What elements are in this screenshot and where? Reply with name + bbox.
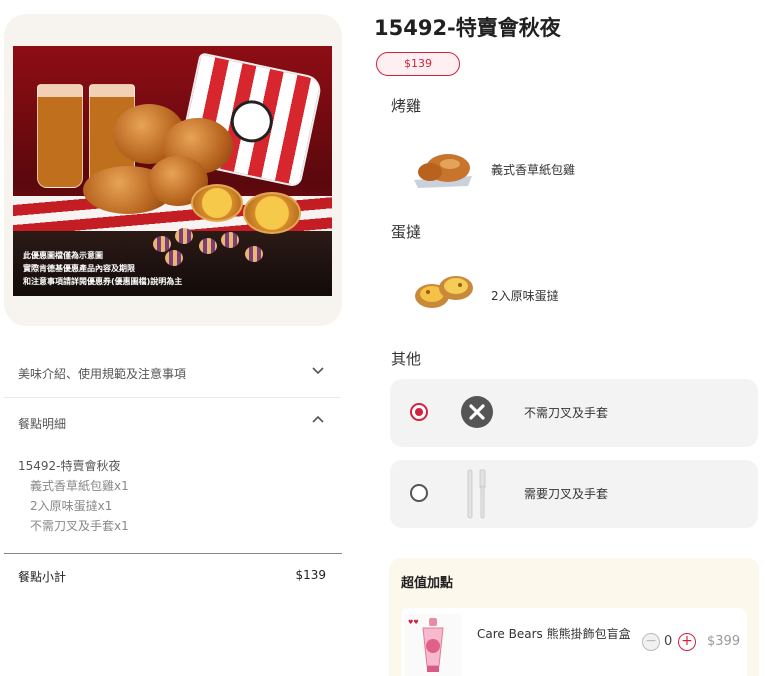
snack-ball xyxy=(221,232,239,248)
accordion-details-label: 餐點明細 xyxy=(18,417,67,431)
order-details-list: 15492-特賣會秋夜 義式香草紙包雞x1 2入原味蛋撻x1 不需刀叉及手套x1 xyxy=(18,456,129,536)
order-item: 2入原味蛋撻x1 xyxy=(30,499,113,513)
disclaimer-line: 和注意事項請詳閱優惠券(優惠圖檔)說明為主 xyxy=(23,277,183,286)
addon-item-card[interactable]: ♥♥ Care Bears 熊熊掛飾包盲盒 − 0 + $399 xyxy=(401,608,747,676)
addon-price: $399 xyxy=(707,634,741,649)
section-title-other: 其他 xyxy=(391,350,422,368)
egg-tart xyxy=(191,184,243,222)
option-label: 需要刀叉及手套 xyxy=(524,487,609,501)
option-label: 不需刀叉及手套 xyxy=(524,406,609,420)
accordion-intro[interactable]: 美味介紹、使用規範及注意事項 xyxy=(4,348,340,398)
cutlery-icon xyxy=(467,469,486,519)
product-image-card: 此優惠圖檔僅為示意圖 實際肯德基優惠產品內容及期限 和注意事項請詳閱優惠券(優惠… xyxy=(4,14,342,326)
disclaimer-line: 此優惠圖檔僅為示意圖 xyxy=(23,251,103,260)
snack-ball xyxy=(199,238,217,254)
decrease-quantity-button[interactable]: − xyxy=(642,633,660,651)
close-circle-icon xyxy=(461,396,493,428)
egg-tart xyxy=(243,192,301,234)
image-disclaimer: 此優惠圖檔僅為示意圖 實際肯德基優惠產品內容及期限 和注意事項請詳閱優惠券(優惠… xyxy=(23,249,182,288)
accordion-intro-label: 美味介紹、使用規範及注意事項 xyxy=(18,367,187,381)
addon-quantity: 0 xyxy=(664,634,673,649)
paper-chicken-image[interactable] xyxy=(410,146,478,190)
product-image: 此優惠圖檔僅為示意圖 實際肯德基優惠產品內容及期限 和注意事項請詳閱優惠券(優惠… xyxy=(13,46,332,296)
radio-unselected[interactable] xyxy=(410,484,428,502)
chevron-up-icon[interactable] xyxy=(310,412,326,428)
radio-selected[interactable] xyxy=(410,403,428,421)
item-name-tart: 2入原味蛋撻 xyxy=(491,289,559,303)
option-no-cutlery[interactable]: 不需刀叉及手套 xyxy=(390,379,758,447)
care-bears-keychain-image[interactable]: ♥♥ xyxy=(405,614,461,676)
subtotal-value: $139 xyxy=(295,568,326,582)
accordion-details[interactable]: 餐點明細 xyxy=(4,398,340,448)
increase-quantity-button[interactable]: + xyxy=(678,633,696,651)
egg-tart-image[interactable] xyxy=(412,268,476,314)
price-badge: $139 xyxy=(376,52,460,76)
subtotal-row: 餐點小計 $139 xyxy=(4,553,342,593)
order-name: 15492-特賣會秋夜 xyxy=(18,459,121,473)
addon-panel: 超值加點 ♥♥ Care Bears 熊熊掛飾包盲盒 − 0 + $399 xyxy=(389,558,759,676)
order-item: 義式香草紙包雞x1 xyxy=(30,479,129,493)
colonel-logo xyxy=(226,96,277,147)
snack-ball xyxy=(245,246,263,262)
section-title-chicken: 烤雞 xyxy=(391,97,422,115)
section-title-tart: 蛋撻 xyxy=(391,223,422,241)
item-name-chicken: 義式香草紙包雞 xyxy=(491,163,576,177)
subtotal-label: 餐點小計 xyxy=(18,570,67,584)
snack-ball xyxy=(175,228,193,244)
product-title: 15492-特賣會秋夜 xyxy=(374,16,561,40)
svg-text:♥♥: ♥♥ xyxy=(408,619,419,626)
disclaimer-line: 實際肯德基優惠產品內容及期限 xyxy=(23,264,135,273)
order-item: 不需刀叉及手套x1 xyxy=(30,519,129,533)
addon-header: 超值加點 xyxy=(401,576,454,591)
iced-tea-glass xyxy=(37,84,83,188)
chevron-down-icon[interactable] xyxy=(310,362,326,378)
addon-item-name: Care Bears 熊熊掛飾包盲盒 xyxy=(477,627,631,641)
option-with-cutlery[interactable]: 需要刀叉及手套 xyxy=(390,460,758,528)
